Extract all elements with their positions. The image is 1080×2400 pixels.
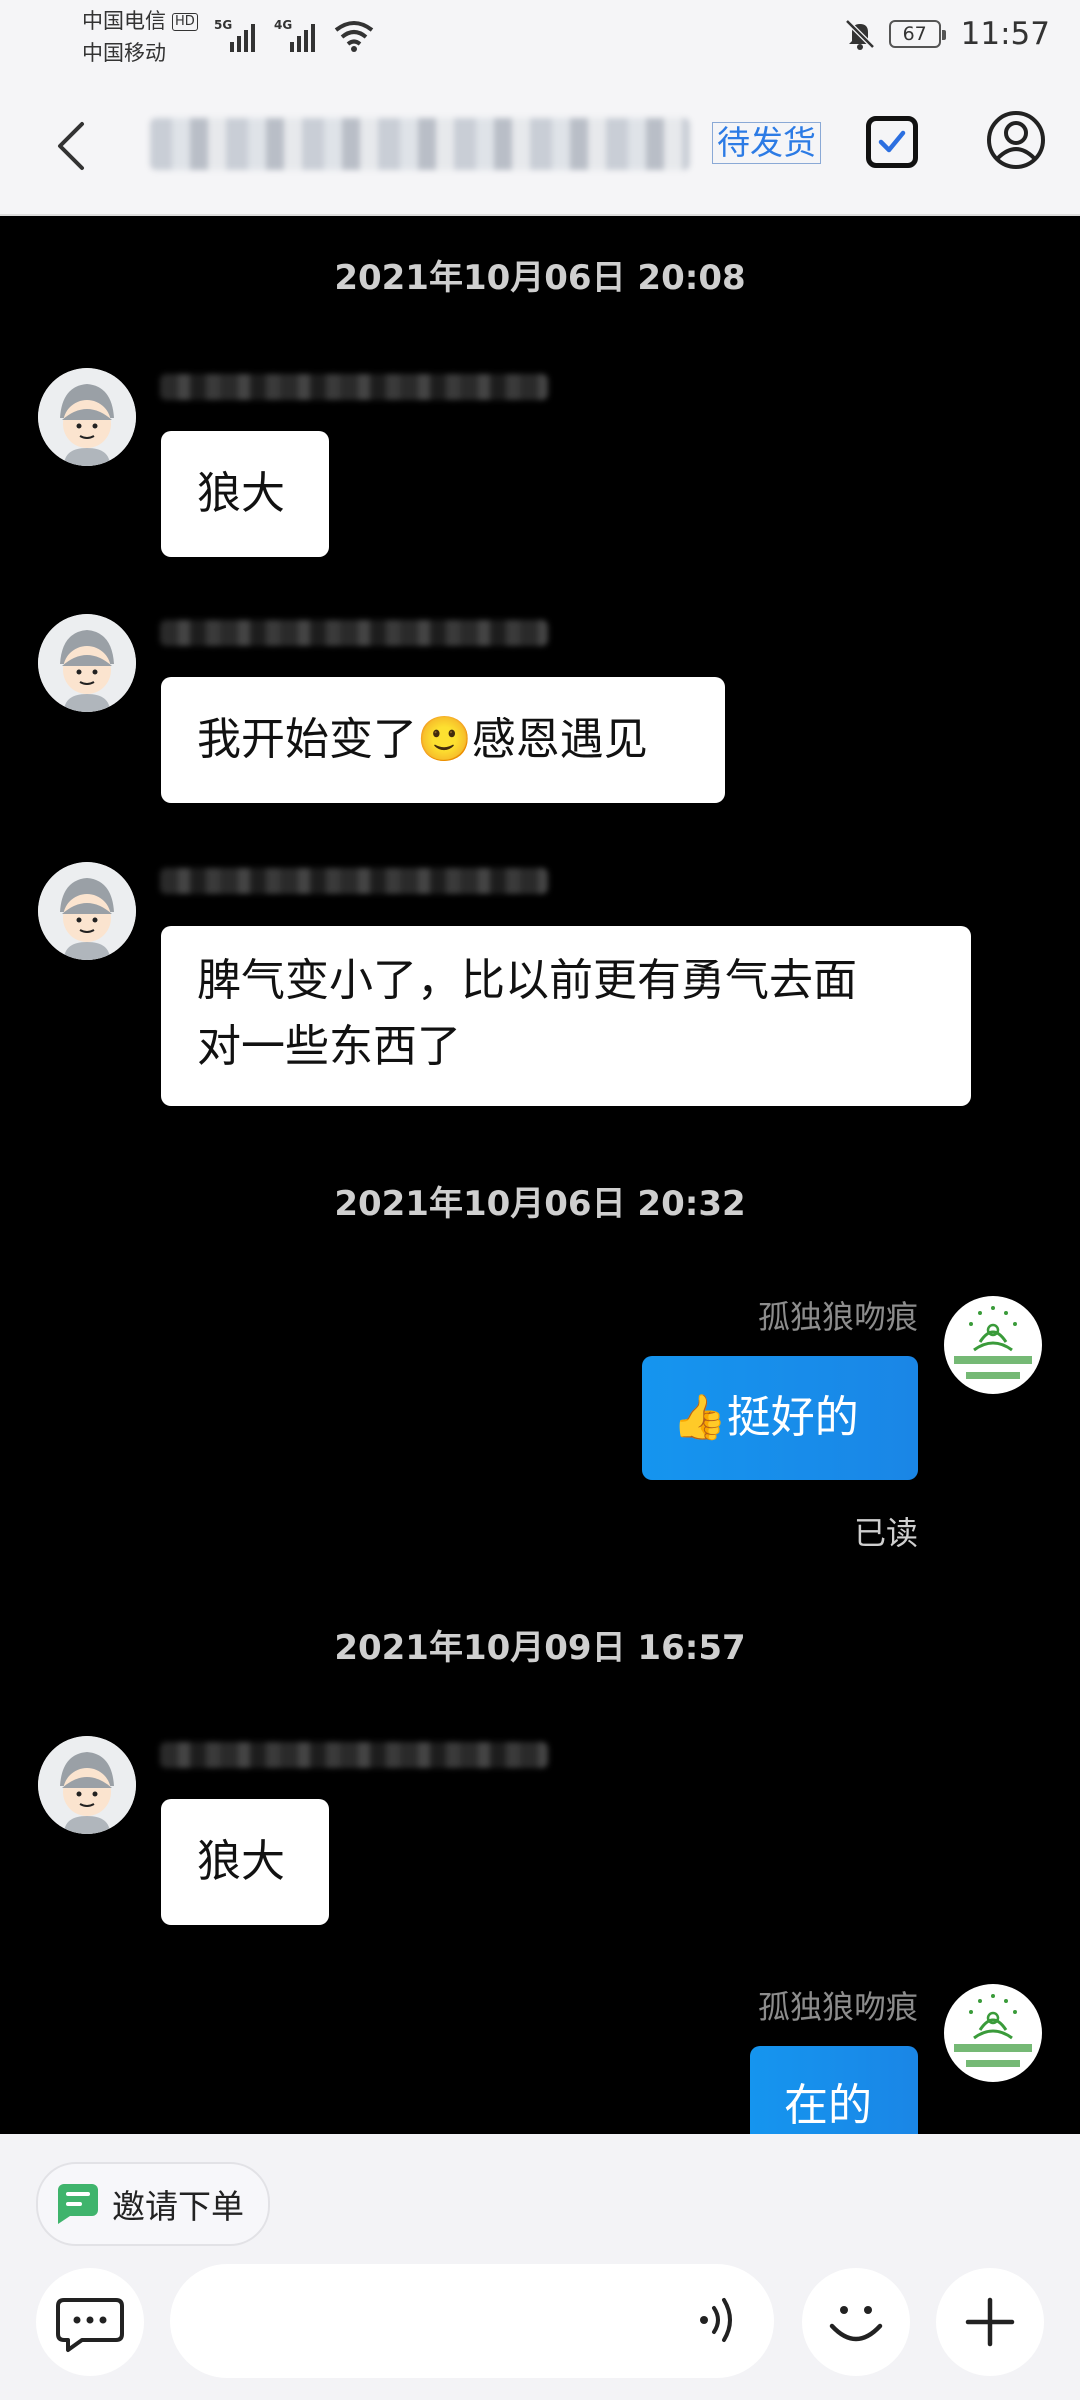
sender-name: t_1504f3f54f32486_8788 — [160, 374, 548, 400]
person-icon[interactable] — [986, 110, 1046, 170]
invite-order-button[interactable]: 邀请下单 — [36, 2162, 270, 2246]
carrier-2: 中国移动 — [82, 41, 166, 65]
message-text: 👍挺好的 — [672, 1392, 859, 1443]
sender-name: 孤独狼吻痕 — [757, 1988, 918, 2026]
sender-name: 孤独狼吻痕 — [757, 1298, 918, 1336]
message-text-line: 对一些东西了 — [197, 1021, 461, 1072]
message-text: 狼大 — [197, 468, 285, 519]
message-text-line: 脾气变小了，比以前更有勇气去面 — [197, 955, 857, 1006]
chat-header: t_1504f3f54f32486_8788 待发货 — [0, 80, 1080, 214]
bell-muted-icon — [844, 19, 875, 50]
emoji-icon[interactable] — [802, 2268, 910, 2376]
avatar[interactable] — [38, 862, 136, 960]
avatar-logo[interactable] — [944, 1984, 1042, 2082]
timestamp: 2021年10月06日 20:32 — [334, 1184, 746, 1224]
message-icon[interactable] — [36, 2268, 144, 2376]
status-bar: 中国电信 HD 中国移动 5G 4G 67 11:57 — [0, 0, 1080, 80]
sender-name: t_1504f3f54f32486_8788 — [160, 868, 548, 894]
message-bubble[interactable]: 在的 — [750, 2046, 918, 2134]
message-bubble[interactable]: 👍挺好的 — [642, 1356, 918, 1480]
read-status: 已读 — [853, 1514, 918, 1552]
back-arrow-icon[interactable] — [48, 116, 98, 176]
bottom-toolbar: 邀请下单 — [0, 2134, 1080, 2400]
battery-icon: 67 — [888, 20, 946, 48]
signal-5g-icon: 5G — [214, 16, 264, 52]
message-text: 我开始变了🙂感恩遇见 — [197, 714, 648, 765]
checkbox-icon[interactable] — [866, 116, 918, 168]
carrier-1: 中国电信 HD — [82, 6, 198, 36]
message-bubble[interactable]: 脾气变小了，比以前更有勇气去面 对一些东西了 — [161, 926, 971, 1106]
battery-level: 67 — [902, 23, 927, 45]
order-status-link[interactable]: 待发货 — [712, 122, 821, 164]
plus-icon[interactable] — [936, 2268, 1044, 2376]
timestamp: 2021年10月09日 16:57 — [334, 1628, 746, 1668]
avatar[interactable] — [38, 1736, 136, 1834]
voice-icon[interactable] — [694, 2292, 744, 2348]
avatar[interactable] — [38, 614, 136, 712]
sender-name: t_1504f3f54f32486_8788 — [160, 620, 548, 646]
invite-order-icon — [58, 2184, 98, 2224]
chat-area[interactable]: 2021年10月06日 20:08 t_1504f3f54f32486_8788… — [0, 216, 1080, 2134]
message-bubble[interactable]: 狼大 — [161, 431, 329, 557]
contact-name[interactable]: t_1504f3f54f32486_8788 — [150, 118, 690, 170]
avatar-logo[interactable] — [944, 1296, 1042, 1394]
top-bar: 中国电信 HD 中国移动 5G 4G 67 11:57 待发货 — [0, 0, 1080, 216]
signal-4g-icon: 4G — [274, 16, 324, 52]
carrier-1-label: 中国电信 — [82, 9, 166, 33]
hd-badge: HD — [172, 13, 198, 31]
wifi-icon — [334, 21, 374, 52]
status-right: 67 11:57 — [843, 16, 1050, 52]
message-bubble[interactable]: 我开始变了🙂感恩遇见 — [161, 677, 725, 803]
message-text: 在的 — [784, 2080, 872, 2131]
message-bubble[interactable]: 狼大 — [161, 1799, 329, 1925]
avatar[interactable] — [38, 368, 136, 466]
timestamp: 2021年10月06日 20:08 — [334, 258, 746, 298]
sender-name: t_1504f3f54f32486_8788 — [160, 1742, 548, 1768]
message-input[interactable] — [170, 2264, 774, 2378]
message-text: 狼大 — [197, 1836, 285, 1887]
invite-order-label: 邀请下单 — [112, 2187, 244, 2226]
clock: 11:57 — [960, 16, 1050, 52]
